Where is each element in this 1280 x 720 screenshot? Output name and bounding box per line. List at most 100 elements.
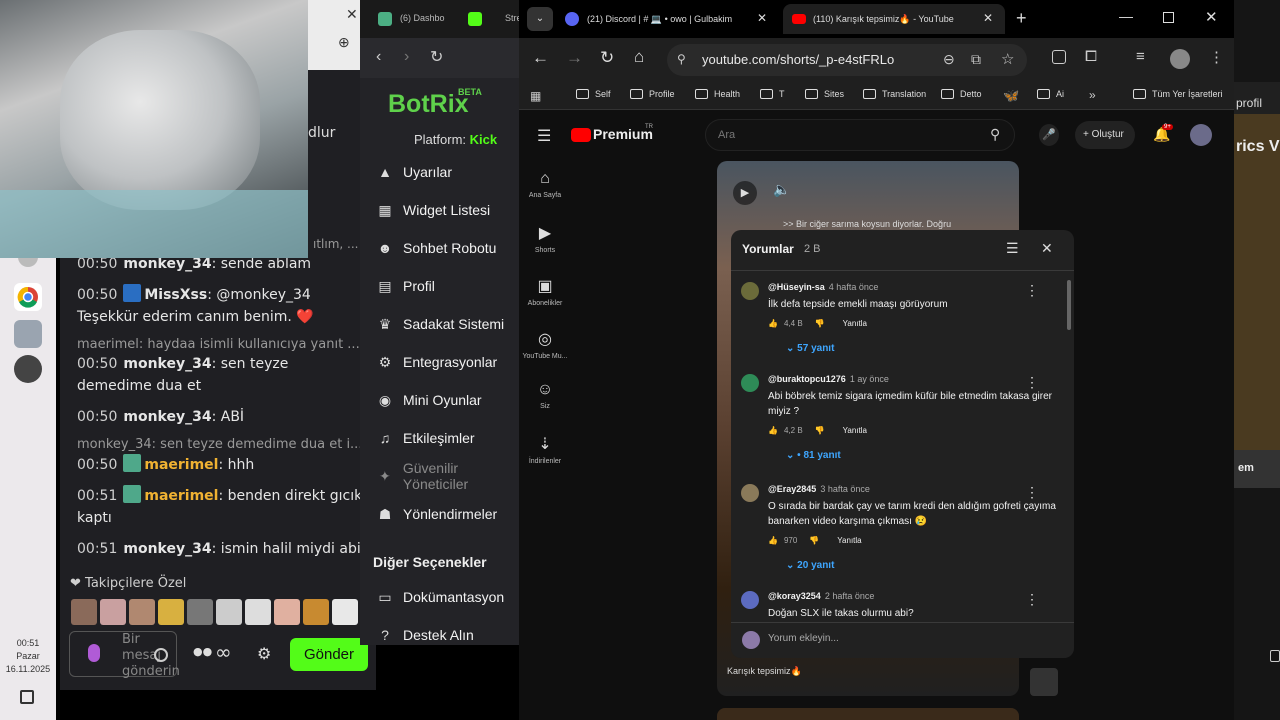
menu-integrations[interactable]: ⚙ Entegrasyonlar (376, 350, 526, 374)
volume-icon[interactable]: 🔈 (773, 181, 790, 198)
chrome-icon[interactable] (14, 283, 42, 311)
avatar[interactable] (741, 282, 759, 300)
next-short-preview[interactable] (717, 708, 1019, 720)
emote[interactable] (129, 599, 155, 625)
extensions-icon[interactable]: ⧠ (1085, 48, 1097, 65)
tab-groups-icon[interactable] (1052, 50, 1066, 64)
menu-interactions[interactable]: ♫ Etkileşimler (376, 426, 526, 450)
back-icon[interactable]: ← (532, 48, 549, 68)
hamburger-menu-icon[interactable]: ☰ (537, 126, 551, 146)
bookmark-translation[interactable]: Translation (863, 89, 926, 99)
create-button[interactable]: + Oluştur (1075, 121, 1135, 149)
tab-search-icon[interactable]: ⌄ (527, 7, 553, 31)
menu-profile[interactable]: ▤ Profil (376, 274, 526, 298)
search-input[interactable]: Ara ⚲ (705, 119, 1015, 151)
install-icon[interactable]: ⧉ (971, 51, 981, 68)
menu-trusted-mods[interactable]: ✦ Güvenilir Yöneticiler (376, 460, 526, 492)
menu-support[interactable]: ? Destek Alın (376, 623, 526, 647)
like-icon[interactable]: 👍 (768, 536, 778, 545)
reload-icon[interactable]: ↻ (600, 48, 614, 68)
bookmark-ai[interactable]: Ai (1037, 89, 1064, 99)
replies-toggle[interactable]: ⌄ 20 yanıt (786, 560, 834, 571)
bookmark-sites[interactable]: Sites (805, 89, 844, 99)
microphone-icon[interactable]: 🎤 (1039, 124, 1059, 146)
channel-avatar[interactable] (1030, 668, 1058, 696)
send-button[interactable]: Gönder (290, 638, 368, 671)
video-title[interactable]: Karışık tepsimiz🔥 (727, 666, 802, 677)
comment-menu-icon[interactable]: ⋮ (1025, 282, 1039, 299)
youtube-premium-label[interactable]: Premium (593, 126, 653, 142)
sidebar-subscriptions[interactable]: ▣ Abonelikler (519, 276, 571, 307)
reload-icon[interactable]: ↻ (430, 47, 443, 67)
emote[interactable] (245, 599, 271, 625)
emote[interactable] (158, 599, 184, 625)
avatar[interactable] (741, 591, 759, 609)
emote[interactable] (100, 599, 126, 625)
dislike-icon[interactable]: 👎 (815, 426, 825, 435)
bookmark-t[interactable]: T (760, 89, 785, 99)
like-icon[interactable]: 👍 (768, 319, 778, 328)
comment-menu-icon[interactable]: ⋮ (1025, 374, 1039, 391)
avatar[interactable] (741, 484, 759, 502)
site-info-icon[interactable]: ⚲ (677, 52, 686, 66)
account-avatar[interactable] (1190, 124, 1212, 146)
menu-minigames[interactable]: ◉ Mini Oyunlar (376, 388, 526, 412)
scrollbar[interactable] (1067, 280, 1071, 330)
sidebar-home[interactable]: ⌂ Ana Sayfa (519, 170, 571, 199)
like-icon[interactable]: 👍 (768, 426, 778, 435)
reply-button[interactable]: Yanıtla (843, 426, 867, 435)
emote[interactable] (274, 599, 300, 625)
obs-icon[interactable] (14, 355, 42, 383)
menu-kebab-icon[interactable]: ⋮ (1209, 48, 1224, 66)
emote[interactable] (332, 599, 358, 625)
profile-bookmark[interactable]: profil (1236, 96, 1262, 110)
menu-docs[interactable]: ▭ Dokümantasyon (376, 585, 526, 609)
media-icon[interactable]: ≡ (1136, 48, 1145, 65)
sort-icon[interactable]: ☰ (1006, 240, 1019, 257)
comment-menu-icon[interactable]: ⋮ (1025, 591, 1039, 608)
bookmark-all[interactable]: Tüm Yer İşaretleri (1133, 89, 1223, 99)
emote[interactable] (216, 599, 242, 625)
settings-gear-icon[interactable]: ⚙ (257, 644, 271, 663)
reply-button[interactable]: Yanıtla (837, 536, 861, 545)
add-comment-input[interactable]: Yorum ekleyin... (768, 633, 839, 644)
zoom-icon[interactable]: ⊖ (943, 51, 955, 68)
minimize-icon[interactable]: — (1119, 8, 1133, 24)
dislike-icon[interactable]: 👎 (809, 536, 819, 545)
apps-icon[interactable]: ▦ (530, 89, 541, 103)
more-bookmarks-icon[interactable]: » (1089, 88, 1096, 102)
chat-input[interactable]: Bir mesaj gönderin (69, 631, 180, 679)
bookmark-profile[interactable]: Profile (630, 89, 675, 99)
close-comments-icon[interactable]: ✕ (1041, 240, 1053, 257)
emote[interactable] (187, 599, 213, 625)
menu-redirects[interactable]: ☗ Yönlendirmeler (376, 502, 526, 526)
close-icon[interactable]: ✕ (346, 6, 358, 23)
microphone-icon[interactable] (88, 644, 100, 662)
bookmark-detto[interactable]: Detto (941, 89, 982, 99)
bookmark-self[interactable]: Self (576, 89, 611, 99)
profile-avatar[interactable] (1170, 49, 1190, 69)
back-icon[interactable]: ‹ (376, 48, 381, 66)
zoom-icon[interactable]: ⊕ (338, 34, 350, 51)
play-icon[interactable]: ▶ (733, 181, 757, 205)
emoji-icon[interactable] (154, 648, 168, 662)
emote[interactable] (71, 599, 97, 625)
sidebar-shorts[interactable]: ▶ Shorts (519, 223, 571, 254)
menu-alerts[interactable]: ▲ Uyarılar (376, 160, 526, 184)
app-icon[interactable] (14, 320, 42, 348)
replies-toggle[interactable]: ⌄ • 81 yanıt (786, 450, 841, 461)
reply-preview[interactable]: maerimel: haydaa isimli kullanıcıya yanı… (77, 337, 367, 352)
menu-chatbot[interactable]: ☻ Sohbet Robotu (376, 236, 526, 260)
comment-menu-icon[interactable]: ⋮ (1025, 484, 1039, 501)
tab-discord[interactable]: (21) Discord | # 💻 • owo | Gulbakim ✕ (557, 4, 779, 34)
notification-icon[interactable] (20, 690, 34, 704)
new-tab-icon[interactable]: + (1016, 8, 1027, 29)
replies-toggle[interactable]: ⌄ 57 yanıt (786, 343, 834, 354)
tab-youtube[interactable]: (110) Karışık tepsimiz🔥 - YouTube ✕ (783, 4, 1005, 34)
emote[interactable] (303, 599, 329, 625)
home-icon[interactable]: ⌂ (634, 47, 644, 67)
dashboard-tab[interactable]: (6) Dashbo (400, 13, 445, 23)
avatar[interactable] (741, 374, 759, 392)
bookmark-health[interactable]: Health (695, 89, 740, 99)
youtube-logo-icon[interactable] (571, 128, 591, 142)
